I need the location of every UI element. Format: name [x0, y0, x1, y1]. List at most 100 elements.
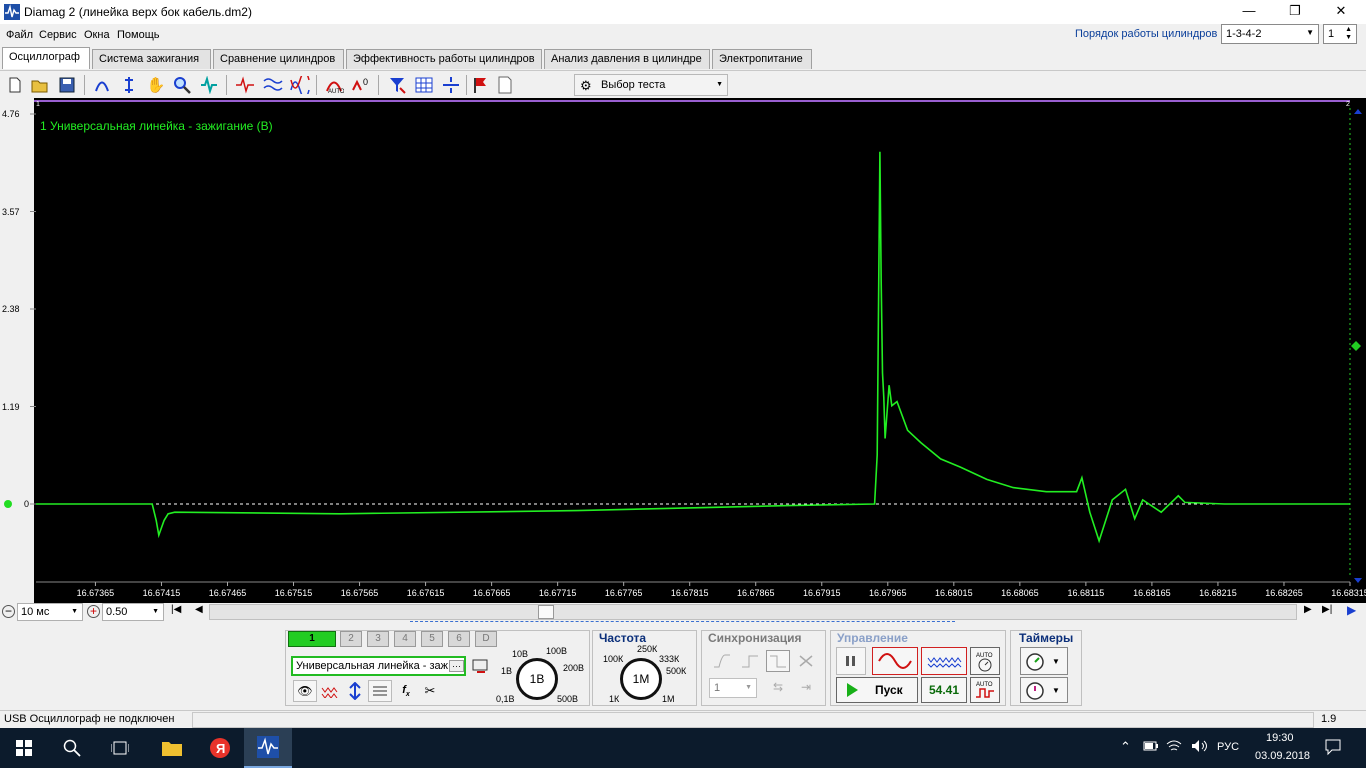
eye-icon[interactable]: 👁: [293, 680, 317, 702]
scroll-up-icon[interactable]: [1354, 109, 1362, 114]
auto-scale-icon[interactable]: AUTO: [323, 74, 345, 96]
tab-ignition-system[interactable]: Система зажигания: [92, 49, 211, 69]
hand-icon[interactable]: ✋: [145, 74, 167, 96]
sync-edge-up-icon[interactable]: [738, 650, 762, 672]
scroll-thumb[interactable]: [538, 605, 554, 619]
timer-1-button[interactable]: ▼: [1020, 647, 1068, 675]
channel-2-button[interactable]: 2: [340, 631, 362, 647]
frequency-label: 1К: [609, 694, 620, 704]
tab-label: Сравнение цилиндров: [220, 53, 336, 65]
wifi-icon[interactable]: [1166, 739, 1182, 756]
menu-windows[interactable]: Окна: [84, 29, 110, 41]
tools-icon[interactable]: ✂: [418, 680, 442, 702]
waveform-icon[interactable]: [318, 680, 342, 702]
clock-date[interactable]: 03.09.2018: [1255, 750, 1310, 762]
auto-signal-icon[interactable]: AUTO: [970, 677, 1000, 703]
open-folder-icon[interactable]: [29, 74, 51, 96]
cylinder-number-spinner[interactable]: 1 ▲ ▼: [1323, 24, 1357, 44]
frequency-knob[interactable]: 1М: [620, 658, 662, 700]
noise-mode-icon[interactable]: [921, 647, 967, 675]
scroll-down-icon[interactable]: [1354, 578, 1362, 583]
right-level-marker[interactable]: [1351, 341, 1361, 351]
zero-offset-icon[interactable]: 0: [350, 74, 372, 96]
cursor-h-icon[interactable]: [91, 74, 113, 96]
signal-b-icon[interactable]: [262, 74, 284, 96]
fit-signal-icon[interactable]: [198, 74, 220, 96]
zoom-out-icon[interactable]: −: [2, 605, 15, 618]
app-icon[interactable]: [4, 4, 20, 20]
zoom-in-icon[interactable]: +: [87, 605, 100, 618]
channel-d-button[interactable]: D: [475, 631, 497, 647]
task-view-icon[interactable]: [96, 728, 144, 768]
sync-rise-icon[interactable]: [710, 650, 734, 672]
filter-icon[interactable]: [386, 74, 408, 96]
timer-2-button[interactable]: ▼: [1020, 677, 1068, 703]
battery-icon[interactable]: [1143, 740, 1159, 755]
channel-6-button[interactable]: 6: [448, 631, 470, 647]
diamag-taskbar-icon[interactable]: [244, 728, 292, 768]
step-back-icon[interactable]: ◀: [195, 604, 203, 615]
menu-help[interactable]: Помощь: [117, 29, 160, 41]
auto-measure-icon[interactable]: AUTO: [970, 647, 1000, 675]
toolbar-separator: [316, 75, 317, 95]
chevron-up-icon[interactable]: ⌃: [1120, 739, 1131, 755]
menu-file[interactable]: Файл: [6, 29, 33, 41]
yandex-browser-icon[interactable]: Я: [196, 728, 244, 768]
tab-cylinder-pressure[interactable]: Анализ давления в цилиндре: [544, 49, 710, 69]
channel-5-button[interactable]: 5: [421, 631, 443, 647]
step-forward-icon[interactable]: ▶: [1304, 604, 1312, 615]
volume-icon[interactable]: [1191, 739, 1209, 756]
sync-center-icon[interactable]: ⇥: [794, 676, 818, 698]
save-icon[interactable]: [56, 74, 78, 96]
go-start-icon[interactable]: |◀: [171, 604, 181, 615]
split-icon[interactable]: [440, 74, 462, 96]
grid-icon[interactable]: [413, 74, 435, 96]
maximize-button[interactable]: ❐: [1272, 0, 1318, 24]
language-indicator[interactable]: РУС: [1217, 741, 1239, 753]
panel-splitter[interactable]: [410, 621, 955, 626]
function-icon[interactable]: fx: [394, 680, 418, 702]
minimize-button[interactable]: —: [1226, 0, 1272, 24]
signal-a-icon[interactable]: [234, 74, 256, 96]
probe-connect-icon[interactable]: [470, 657, 492, 677]
channel-3-button[interactable]: 3: [367, 631, 389, 647]
timebase-select[interactable]: 10 мс ▼: [17, 603, 83, 621]
cursor-v-icon[interactable]: [118, 74, 140, 96]
test-select[interactable]: ⚙ Выбор теста ▼: [574, 74, 728, 96]
sync-channel-select[interactable]: 1 ▼: [709, 678, 757, 698]
sync-auto-icon[interactable]: [794, 650, 818, 672]
sync-edge-down-icon[interactable]: [766, 650, 790, 672]
windows-start-icon[interactable]: [0, 728, 48, 768]
zoom-icon[interactable]: [171, 74, 193, 96]
menu-service[interactable]: Сервис: [39, 29, 77, 41]
voltage-knob[interactable]: 1В: [516, 658, 558, 700]
tab-power-supply[interactable]: Электропитание: [712, 49, 812, 69]
channel-1-button[interactable]: 1: [288, 631, 336, 647]
search-icon[interactable]: [48, 728, 96, 768]
new-file-icon[interactable]: [4, 74, 26, 96]
sine-mode-icon[interactable]: [872, 647, 918, 675]
pause-icon[interactable]: [836, 647, 866, 675]
notes-icon[interactable]: [494, 74, 516, 96]
play-icon[interactable]: ▶: [1347, 603, 1356, 617]
signal-c-icon[interactable]: [289, 74, 311, 96]
tab-cylinder-efficiency[interactable]: Эффективность работы цилиндров: [346, 49, 542, 69]
notifications-icon[interactable]: [1324, 738, 1342, 759]
go-end-icon[interactable]: ▶|: [1322, 604, 1332, 615]
probe-field[interactable]: Универсальная линейка - заж: [291, 656, 466, 676]
time-scrollbar[interactable]: [209, 604, 1297, 620]
lines-icon[interactable]: [368, 680, 392, 702]
vertical-scale-icon[interactable]: [343, 680, 367, 702]
cylinder-order-select[interactable]: 1-3-4-2 ▼: [1221, 24, 1319, 44]
scale-select[interactable]: 0.50 ▼: [102, 603, 164, 621]
marker-flag-icon[interactable]: [469, 74, 491, 96]
sync-left-right-icon[interactable]: ⇆: [766, 676, 790, 698]
probe-browse-button[interactable]: ···: [449, 660, 464, 672]
file-explorer-icon[interactable]: [148, 728, 196, 768]
start-button[interactable]: Пуск: [836, 677, 918, 703]
clock-time[interactable]: 19:30: [1266, 732, 1294, 744]
tab-oscilloscope[interactable]: Осциллограф: [2, 47, 90, 69]
close-button[interactable]: ✕: [1318, 0, 1364, 24]
channel-4-button[interactable]: 4: [394, 631, 416, 647]
tab-cylinder-compare[interactable]: Сравнение цилиндров: [213, 49, 344, 69]
